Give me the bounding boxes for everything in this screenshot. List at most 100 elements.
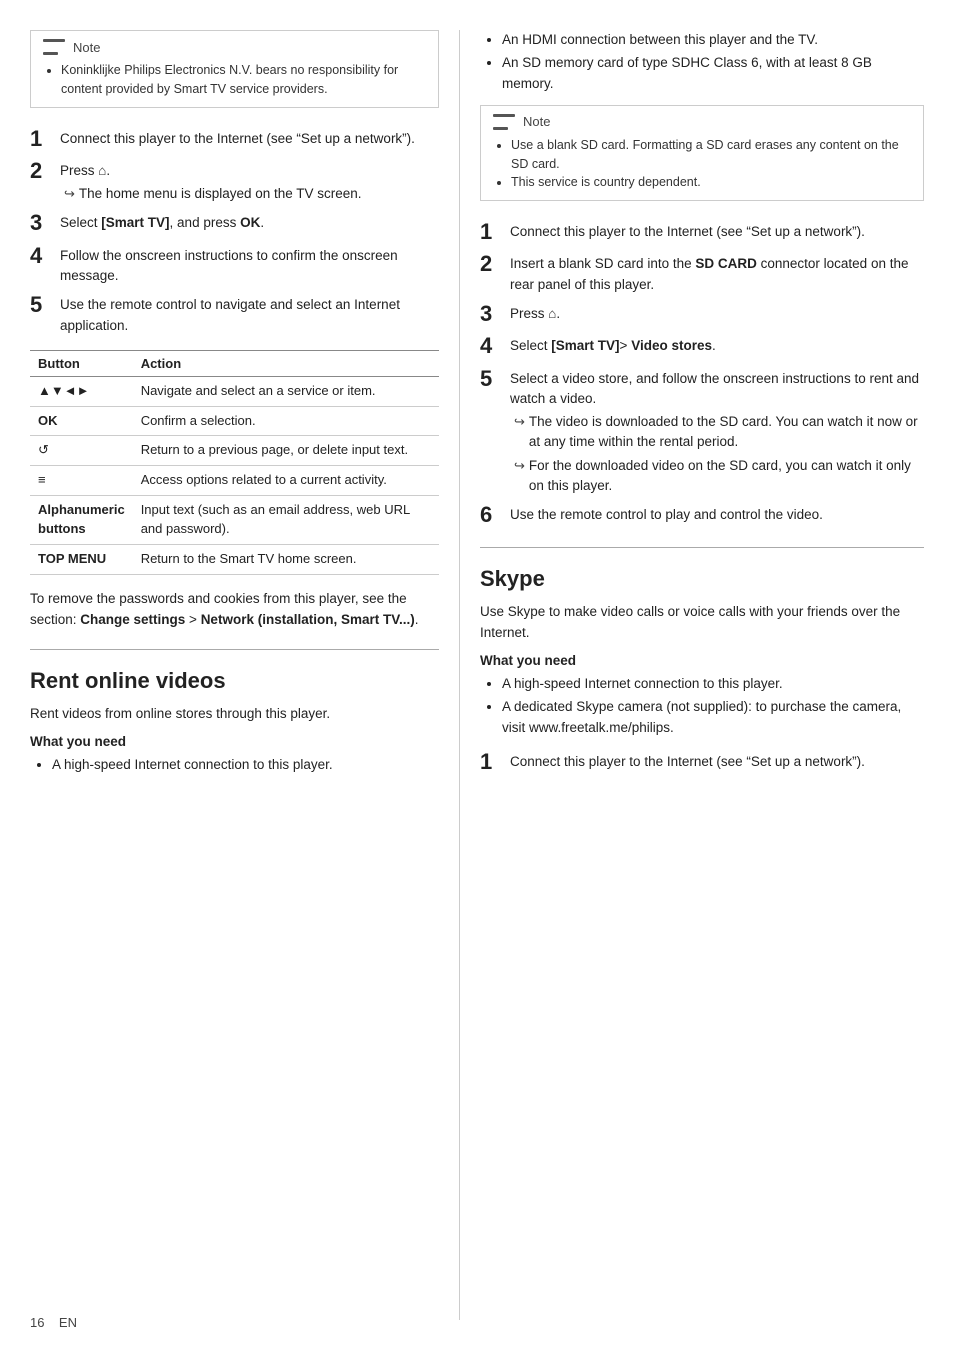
note-header-1: Note: [43, 39, 426, 55]
note-item-2-1: This service is country dependent.: [511, 173, 911, 192]
table-row: ▲▼◄► Navigate and select an a service or…: [30, 376, 439, 406]
footer-note-text: To remove the passwords and cookies from…: [30, 589, 439, 631]
rent-bullet-0: A high-speed Internet connection to this…: [52, 755, 439, 776]
step-2-3: 3 Press ⌂.: [480, 301, 924, 327]
table-row: TOP MENU Return to the Smart TV home scr…: [30, 544, 439, 574]
step-1-2: 2 Press ⌂. ↪ The home menu is displayed …: [30, 158, 439, 205]
change-settings-bold: Change settings: [80, 612, 185, 627]
rent-what-you-need: What you need: [30, 734, 439, 749]
table-cell-button-3: ≡: [30, 466, 133, 496]
step-content-2-2: Insert a blank SD card into the SD CARD …: [510, 251, 924, 295]
table-row: ↺ Return to a previous page, or delete i…: [30, 436, 439, 466]
page-number: 16 EN: [30, 1315, 77, 1330]
table-cell-button-2: ↺: [30, 436, 133, 466]
note-list-1: Koninklijke Philips Electronics N.V. bea…: [43, 61, 426, 99]
step-2-5: 5 Select a video store, and follow the o…: [480, 366, 924, 497]
step-1-3: 3 Select [Smart TV], and press OK.: [30, 210, 439, 236]
step-content-2-6: Use the remote control to play and contr…: [510, 502, 924, 525]
table-cell-button-5: TOP MENU: [30, 544, 133, 574]
step-num-2-1: 1: [480, 219, 510, 245]
rent-section-title: Rent online videos: [30, 668, 439, 694]
right-bullet-1: An SD memory card of type SDHC Class 6, …: [502, 53, 924, 95]
step-1-1: 1 Connect this player to the Internet (s…: [30, 126, 439, 152]
step-content-1-4: Follow the onscreen instructions to conf…: [60, 243, 439, 287]
table-cell-action-0: Navigate and select an a service or item…: [133, 376, 439, 406]
note-header-2: Note: [493, 114, 911, 130]
step-2-2: 2 Insert a blank SD card into the SD CAR…: [480, 251, 924, 295]
step-content-2-1: Connect this player to the Internet (see…: [510, 219, 924, 242]
page-num-text: 16: [30, 1315, 44, 1330]
step-content-1-5: Use the remote control to navigate and s…: [60, 292, 439, 336]
sd-card-bold: SD CARD: [695, 256, 757, 271]
step-content-2-4: Select [Smart TV]> Video stores.: [510, 333, 924, 356]
smart-tv-bold-1: [Smart TV]: [101, 215, 169, 230]
note-icon-1: [43, 39, 65, 55]
step-2-5-sub2: ↪ For the downloaded video on the SD car…: [510, 456, 924, 497]
step-1-2-sub-text: The home menu is displayed on the TV scr…: [79, 184, 362, 204]
step-2-6: 6 Use the remote control to play and con…: [480, 502, 924, 528]
step-2-5-sub1: ↪ The video is downloaded to the SD card…: [510, 412, 924, 453]
skype-step-1: 1 Connect this player to the Internet (s…: [480, 749, 924, 775]
steps-list-2: 1 Connect this player to the Internet (s…: [480, 219, 924, 529]
step-num-2-6: 6: [480, 502, 510, 528]
step-1-5: 5 Use the remote control to navigate and…: [30, 292, 439, 336]
step-num-2-3: 3: [480, 301, 510, 327]
divider-rent: [30, 649, 439, 650]
arrow-icon-2-5a: ↪: [514, 412, 525, 432]
step-content-2-5: Select a video store, and follow the ons…: [510, 366, 924, 497]
step-content-2-3: Press ⌂.: [510, 301, 924, 324]
divider-skype: [480, 547, 924, 548]
skype-section-title: Skype: [480, 566, 924, 592]
note-title-1: Note: [73, 40, 100, 55]
step-num-1-5: 5: [30, 292, 60, 318]
step-2-4: 4 Select [Smart TV]> Video stores.: [480, 333, 924, 359]
skype-step-num-1: 1: [480, 749, 510, 775]
table-row: OK Confirm a selection.: [30, 406, 439, 436]
table-cell-action-2: Return to a previous page, or delete inp…: [133, 436, 439, 466]
step-content-1-2: Press ⌂. ↪ The home menu is displayed on…: [60, 158, 439, 205]
right-top-bullets: An HDMI connection between this player a…: [480, 30, 924, 95]
table-row: Alphanumericbuttons Input text (such as …: [30, 496, 439, 545]
step-2-5-sub1-text: The video is downloaded to the SD card. …: [529, 412, 924, 453]
right-bullet-0: An HDMI connection between this player a…: [502, 30, 924, 51]
table-cell-action-5: Return to the Smart TV home screen.: [133, 544, 439, 574]
page-lang-text: EN: [59, 1315, 77, 1330]
step-content-1-1: Connect this player to the Internet (see…: [60, 126, 439, 149]
skype-steps-list: 1 Connect this player to the Internet (s…: [480, 749, 924, 775]
video-stores-bold: Video stores: [631, 338, 712, 353]
left-column: Note Koninklijke Philips Electronics N.V…: [0, 30, 460, 1320]
ok-bold-1: OK: [240, 215, 260, 230]
note-icon-2: [493, 114, 515, 130]
right-column: An HDMI connection between this player a…: [460, 30, 954, 1320]
action-table: Button Action ▲▼◄► Navigate and select a…: [30, 350, 439, 575]
step-num-1-1: 1: [30, 126, 60, 152]
note-item-2-0: Use a blank SD card. Formatting a SD car…: [511, 136, 911, 174]
table-cell-action-4: Input text (such as an email address, we…: [133, 496, 439, 545]
table-cell-button-0: ▲▼◄►: [30, 376, 133, 406]
step-2-5-sub2-text: For the downloaded video on the SD card,…: [529, 456, 924, 497]
skype-intro: Use Skype to make video calls or voice c…: [480, 602, 924, 644]
skype-bullet-list: A high-speed Internet connection to this…: [480, 674, 924, 739]
table-row: ≡ Access options related to a current ac…: [30, 466, 439, 496]
skype-bullet-1: A dedicated Skype camera (not supplied):…: [502, 697, 924, 739]
arrow-icon-2-5b: ↪: [514, 456, 525, 476]
rent-intro: Rent videos from online stores through t…: [30, 704, 439, 725]
table-cell-button-4: Alphanumericbuttons: [30, 496, 133, 545]
network-bold: Network (installation, Smart TV...): [201, 612, 415, 627]
table-header-button: Button: [30, 350, 133, 376]
skype-bullet-0: A high-speed Internet connection to this…: [502, 674, 924, 695]
note-item-1-0: Koninklijke Philips Electronics N.V. bea…: [61, 61, 426, 99]
table-header-action: Action: [133, 350, 439, 376]
step-num-2-4: 4: [480, 333, 510, 359]
step-1-2-sub: ↪ The home menu is displayed on the TV s…: [60, 184, 439, 204]
step-num-2-5: 5: [480, 366, 510, 392]
table-cell-action-3: Access options related to a current acti…: [133, 466, 439, 496]
note-list-2: Use a blank SD card. Formatting a SD car…: [493, 136, 911, 192]
smart-tv-bold-2: [Smart TV]: [551, 338, 619, 353]
rent-bullet-list: A high-speed Internet connection to this…: [30, 755, 439, 776]
table-cell-button-1: OK: [30, 406, 133, 436]
step-num-1-2: 2: [30, 158, 60, 184]
step-content-1-3: Select [Smart TV], and press OK.: [60, 210, 439, 233]
step-num-1-3: 3: [30, 210, 60, 236]
step-num-1-4: 4: [30, 243, 60, 269]
